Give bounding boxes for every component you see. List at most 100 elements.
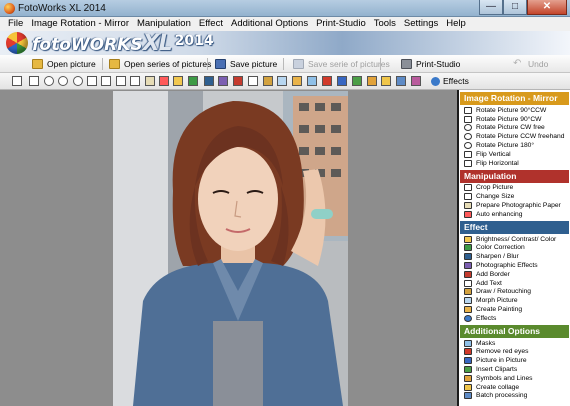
sidebar-item-color-correction[interactable]: Color Correction (459, 244, 570, 253)
rotate-freehand-icon[interactable] (58, 76, 68, 86)
morph-icon[interactable] (277, 76, 287, 86)
window-title: FotoWorks XL 2014 (18, 3, 106, 14)
menu-settings[interactable]: Settings (400, 17, 442, 31)
menu-tools[interactable]: Tools (370, 17, 400, 31)
effect-panel-header[interactable]: Effect (460, 220, 569, 234)
folder-icon (109, 59, 120, 69)
rotate-ccw-icon[interactable] (12, 76, 22, 86)
resize-icon[interactable] (130, 76, 140, 86)
menu-additional-options[interactable]: Additional Options (227, 17, 312, 31)
photo-paper-icon[interactable] (145, 76, 155, 86)
sidebar-item-masks[interactable]: Masks (459, 339, 570, 348)
sidebar-item-auto-enhancing[interactable]: Auto enhancing (459, 210, 570, 219)
sharpen-icon (464, 253, 472, 261)
sidebar-item-insert-cliparts[interactable]: Insert Cliparts (459, 365, 570, 374)
text-icon[interactable] (248, 76, 258, 86)
open-series-button[interactable]: Open series of pictures (109, 57, 211, 71)
save-picture-button[interactable]: Save picture (215, 57, 277, 71)
sidebar-item-symbols-lines[interactable]: Symbols and Lines (459, 374, 570, 383)
menu-manipulation[interactable]: Manipulation (133, 17, 195, 31)
painting-icon[interactable] (292, 76, 302, 86)
photo-effects-icon (464, 262, 472, 270)
draw-icon[interactable] (263, 76, 273, 86)
sidebar-item-brightness[interactable]: Brightness/ Contrast/ Color (459, 235, 570, 244)
sidebar-item-flip-vertical[interactable]: Flip Vertical (459, 150, 570, 159)
image-canvas[interactable] (0, 90, 457, 406)
sidebar-item-photo-effects[interactable]: Photographic Effects (459, 261, 570, 270)
sidebar-item-crop[interactable]: Crop Picture (459, 184, 570, 193)
manipulation-panel-header[interactable]: Manipulation (460, 169, 569, 183)
sidebar-item-label: Photographic Effects (476, 262, 538, 270)
sidebar-item-flip-horizontal[interactable]: Flip Horizontal (459, 159, 570, 168)
sidebar-item-effects[interactable]: Effects (459, 314, 570, 323)
sidebar-item-rotate-cw-free[interactable]: Rotate Picture CW free (459, 124, 570, 133)
menu-file[interactable]: File (4, 17, 27, 31)
sidebar-item-rotate-90-cw[interactable]: Rotate Picture 90°CW (459, 115, 570, 124)
brightness-icon[interactable] (173, 76, 183, 86)
sidebar-item-create-painting[interactable]: Create Painting (459, 305, 570, 314)
close-button[interactable]: ✕ (527, 0, 567, 15)
sidebar-item-rotate-180[interactable]: Rotate Picture 180° (459, 141, 570, 150)
crop-icon[interactable] (116, 76, 126, 86)
print-studio-button[interactable]: Print-Studio (401, 57, 460, 71)
batch-icon[interactable] (396, 76, 406, 86)
brand-foto: foto (32, 35, 71, 55)
rotate-cw-icon[interactable] (29, 76, 39, 86)
menu-image-rotation[interactable]: Image Rotation - Mirror (27, 17, 133, 31)
rotate-180-icon[interactable] (73, 76, 83, 86)
sidebar-item-label: Rotate Picture 90°CW (476, 115, 542, 123)
sidebar-item-morph-picture[interactable]: Morph Picture (459, 296, 570, 305)
border-icon[interactable] (233, 76, 243, 86)
save-series-button[interactable]: Save serie of pictures (293, 57, 390, 71)
open-picture-button[interactable]: Open picture (32, 57, 96, 71)
sidebar-item-picture-in-picture[interactable]: Picture in Picture (459, 356, 570, 365)
sidebar-item-label: Masks (476, 339, 496, 347)
sidebar-item-batch-processing[interactable]: Batch processing (459, 392, 570, 401)
sidebar-item-change-size[interactable]: Change Size (459, 192, 570, 201)
picture-in-picture-icon[interactable] (337, 76, 347, 86)
balloon-logo-icon (6, 32, 28, 54)
toolbar-separator (380, 58, 381, 70)
auto-enhance-icon[interactable] (159, 76, 169, 86)
clipart-icon[interactable] (352, 76, 362, 86)
photo-effects-icon[interactable] (218, 76, 228, 86)
menu-effect[interactable]: Effect (195, 17, 227, 31)
sidebar-item-create-collage[interactable]: Create collage (459, 383, 570, 392)
mask-icon[interactable] (307, 76, 317, 86)
clipart-icon (464, 366, 472, 374)
flip-horizontal-icon[interactable] (101, 76, 111, 86)
sidebar-item-label: Picture in Picture (476, 357, 527, 365)
tools-toolbar: Effects (0, 73, 570, 90)
brand-works: WORKS (70, 35, 143, 55)
photo-preview[interactable] (113, 91, 348, 406)
menu-help[interactable]: Help (442, 17, 470, 31)
sidebar-item-rotate-90-ccw[interactable]: Rotate Picture 90°CCW (459, 106, 570, 115)
flip-vertical-icon[interactable] (87, 76, 97, 86)
menu-print-studio[interactable]: Print-Studio (312, 17, 370, 31)
symbols-icon[interactable] (367, 76, 377, 86)
sidebar-item-add-border[interactable]: Add Border (459, 270, 570, 279)
maximize-button[interactable]: □ (503, 0, 527, 15)
settings-icon[interactable] (411, 76, 421, 86)
effects-button[interactable]: Effects (431, 76, 469, 86)
sidebar-item-sharpen-blur[interactable]: Sharpen / Blur (459, 252, 570, 261)
title-bar: FotoWorks XL 2014 — □ ✕ (0, 0, 570, 17)
flip-vertical-icon (464, 150, 472, 158)
rotation-panel-header[interactable]: Image Rotation - Mirror (460, 92, 569, 105)
minimize-button[interactable]: — (479, 0, 503, 15)
red-eye-icon[interactable] (322, 76, 332, 86)
resize-icon (464, 193, 472, 201)
color-correction-icon[interactable] (188, 76, 198, 86)
sidebar-item-rotate-ccw-freehand[interactable]: Rotate Picture CCW freehand (459, 132, 570, 141)
painting-icon (464, 306, 472, 314)
sidebar-item-add-text[interactable]: Add Text (459, 279, 570, 288)
additional-options-panel-header[interactable]: Additional Options (460, 324, 569, 338)
sidebar-item-red-eyes[interactable]: Remove red eyes (459, 348, 570, 357)
sharpen-icon[interactable] (204, 76, 214, 86)
sidebar-item-photo-paper[interactable]: Prepare Photographic Paper (459, 201, 570, 210)
toolbar-separator (283, 58, 284, 70)
rotate-free-icon[interactable] (44, 76, 54, 86)
undo-button[interactable]: ↶ Undo (513, 57, 548, 71)
collage-icon[interactable] (381, 76, 391, 86)
sidebar-item-draw-retouching[interactable]: Draw / Retouching (459, 288, 570, 297)
